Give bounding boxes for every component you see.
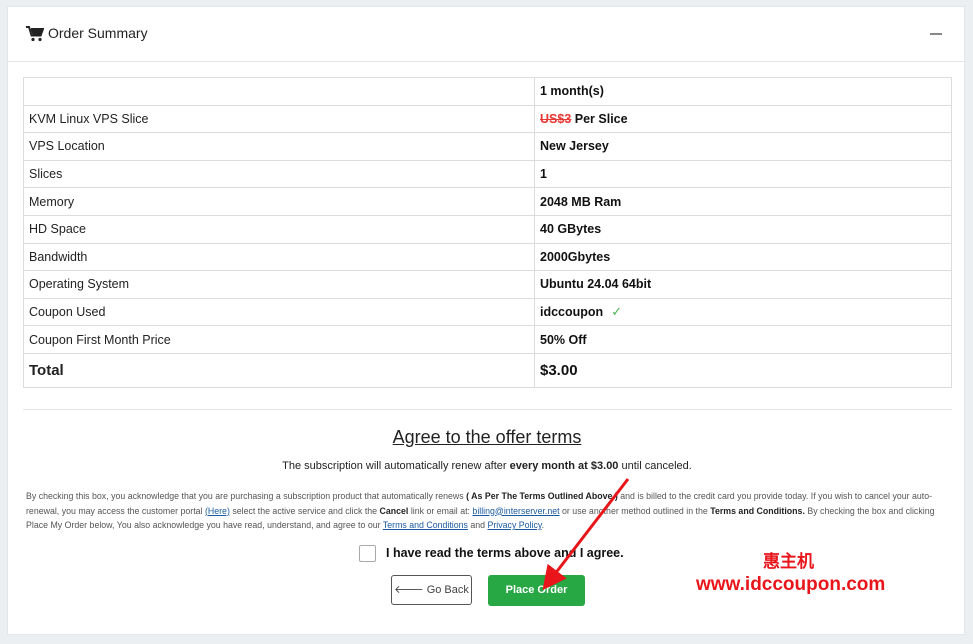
row-label: Operating System [23,270,535,299]
checkmark-icon: ✓ [611,304,623,320]
row-value: 2000Gbytes [534,242,952,272]
coupon-code: idccoupon [540,305,604,320]
table-row: 1 month(s) [23,77,952,106]
row-label: KVM Linux VPS Slice [23,104,535,134]
row-value: 1 [534,159,952,189]
fine-bold: Terms and Conditions. [710,505,805,516]
divider [23,409,952,410]
table-row: Slices 1 [23,159,952,189]
renew-text: The subscription will automatically rene… [282,460,510,472]
order-summary-panel: Order Summary 1 month(s) KVM Linux VPS S… [7,6,965,635]
table-row: KVM Linux VPS Slice US$3 Per Slice [23,104,952,134]
customer-portal-link[interactable]: (Here) [205,506,230,516]
table-row: Operating System Ubuntu 24.04 64bit [23,270,952,299]
terms-fine-print: By checking this box, you acknowledge th… [26,489,938,533]
row-label: Memory [23,187,535,216]
table-cell-empty [23,77,535,106]
original-price: US$3 [540,111,572,126]
row-value: US$3 Per Slice [534,104,952,134]
arrow-left-icon: 🡐 [394,584,424,596]
terms-conditions-link[interactable]: Terms and Conditions [383,520,468,530]
order-summary-table: 1 month(s) KVM Linux VPS Slice US$3 Per … [23,77,952,388]
watermark-url: www.idccoupon.com [696,574,886,595]
fine-text: select the active service and click the [229,505,380,516]
terms-heading: Agree to the offer terms [392,427,582,447]
fine-text: and [467,520,488,530]
row-label: HD Space [23,214,535,244]
total-row: Total $3.00 [23,352,952,388]
go-back-button[interactable]: 🡐 Go Back [391,575,472,605]
watermark-brand: 惠主机 [763,552,814,571]
billing-period: 1 month(s) [534,77,952,106]
row-value: 50% Off [534,325,952,354]
agree-checkbox[interactable] [359,545,376,562]
row-label: Coupon First Month Price [23,325,535,354]
panel-header: Order Summary [8,7,964,62]
row-label: Bandwidth [23,242,535,272]
fine-text: link or email at: [408,505,473,516]
shopping-cart-icon [26,26,44,42]
row-label: VPS Location [23,132,535,161]
renewal-notice: The subscription will automatically rene… [8,460,966,472]
row-value: New Jersey [534,132,952,161]
renew-terms: every month at $3.00 [509,460,619,472]
red-arrow-annotation [542,478,630,591]
price-unit: Per Slice [571,111,628,126]
minus-icon[interactable] [930,33,942,35]
total-value: $3.00 [534,352,952,388]
table-row: HD Space 40 GBytes [23,214,952,244]
row-value: idccoupon ✓ [534,297,952,327]
table-row: VPS Location New Jersey [23,132,952,161]
row-value: Ubuntu 24.04 64bit [534,270,952,299]
row-value: 40 GBytes [534,214,952,244]
table-row: Coupon First Month Price 50% Off [23,325,952,354]
total-label: Total [23,352,535,388]
fine-bold: Cancel [379,505,409,516]
panel-title: Order Summary [48,25,148,41]
table-row: Memory 2048 MB Ram [23,187,952,216]
row-label: Slices [23,159,535,189]
table-row: Bandwidth 2000Gbytes [23,242,952,272]
table-row: Coupon Used idccoupon ✓ [23,297,952,327]
go-back-label: Go Back [426,584,469,596]
row-label: Coupon Used [23,297,535,327]
renew-text-end: until canceled. [618,460,692,472]
row-value: 2048 MB Ram [534,187,952,216]
fine-text: By checking this box, you acknowledge th… [26,491,467,501]
